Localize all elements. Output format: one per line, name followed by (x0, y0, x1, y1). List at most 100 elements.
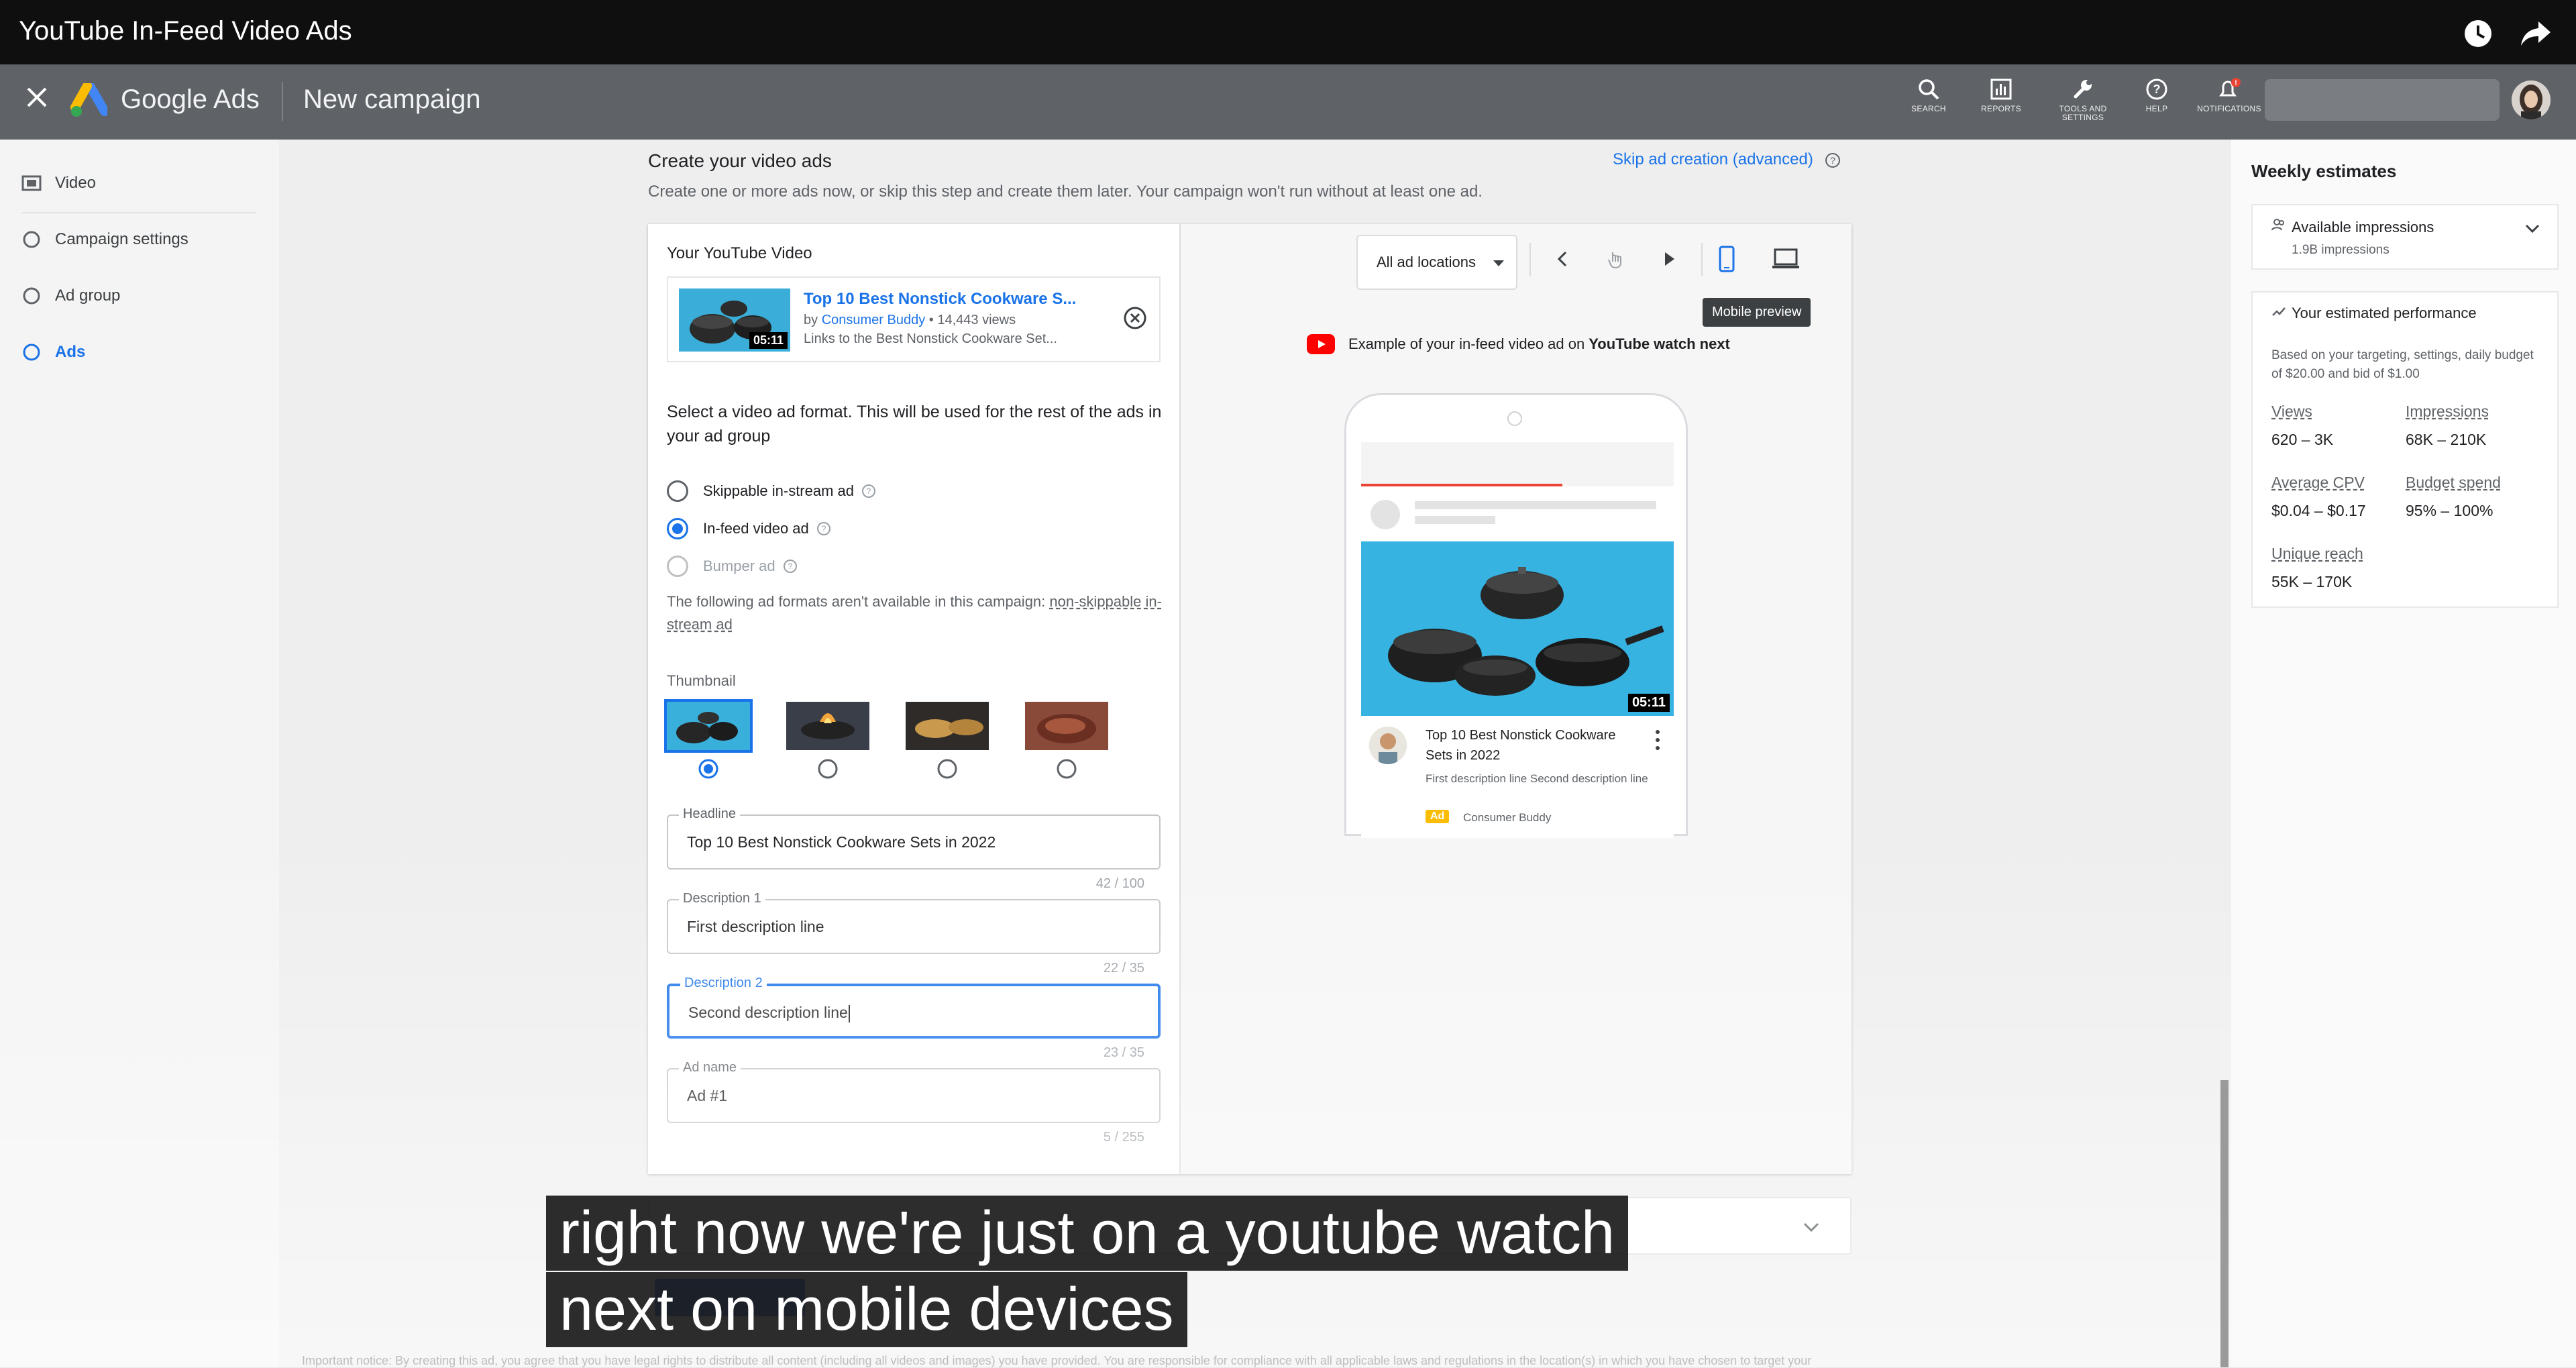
unavailable-formats-notice: The following ad formats aren't availabl… (667, 590, 1163, 636)
header-help-button[interactable]: ? HELP (2120, 78, 2194, 113)
watch-later-icon[interactable] (2463, 19, 2493, 48)
svg-text:?: ? (821, 524, 826, 533)
notifications-icon: ! (2219, 78, 2241, 97)
header-search-button[interactable]: SEARCH (1892, 78, 1966, 113)
more-options-icon[interactable] (1655, 729, 1660, 751)
section-subtitle: Create one or more ads now, or skip this… (648, 182, 1483, 201)
placeholder-avatar (1371, 500, 1400, 529)
sidebar-item-ads[interactable]: Ads (21, 342, 85, 362)
weekly-estimates-panel: Weekly estimates Available impressions 1… (2231, 140, 2576, 1367)
sidebar-item-label: Campaign settings (55, 230, 189, 248)
sidebar-item-label: Ads (55, 343, 86, 361)
chevron-down-icon[interactable] (2522, 219, 2542, 239)
play-icon[interactable] (1658, 248, 1680, 270)
metric-label-unique-reach[interactable]: Unique reach (2271, 545, 2363, 563)
placeholder-line (1415, 516, 1495, 524)
impressions-label: Available impressions (2292, 219, 2434, 235)
radio-button-disabled[interactable] (667, 556, 688, 577)
select-value: All ad locations (1377, 254, 1476, 270)
sidebar-divider (21, 212, 256, 213)
format-option-bumper[interactable]: Bumper ad ? (667, 556, 798, 577)
field-label: Description 1 (679, 891, 765, 906)
metric-value-impressions: 68K – 210K (2406, 431, 2487, 448)
thumbnail-label: Thumbnail (667, 672, 736, 689)
field-value: Top 10 Best Nonstick Cookware Sets in 20… (687, 833, 996, 851)
text-caret (848, 1004, 850, 1022)
close-icon[interactable] (24, 85, 50, 110)
thumbnail-option-4[interactable] (1025, 702, 1108, 750)
help-circle-icon[interactable]: ? (861, 483, 877, 499)
thumbnail-radio-selected[interactable] (698, 758, 719, 780)
placeholder-line (1415, 501, 1656, 509)
headline-field[interactable]: Headline Top 10 Best Nonstick Cookware S… (667, 806, 1161, 870)
thumbnail-radio[interactable] (1056, 758, 1077, 780)
thumbnail-radio[interactable] (817, 758, 839, 780)
remove-video-icon[interactable] (1122, 305, 1148, 331)
description-1-field[interactable]: Description 1 First description line (667, 891, 1161, 954)
ad-headline[interactable]: Top 10 Best Nonstick Cookware Sets in 20… (1426, 725, 1627, 766)
thumbnail-option-3[interactable] (906, 702, 989, 750)
ad-name-field[interactable]: Ad name Ad #1 (667, 1060, 1161, 1123)
share-icon[interactable] (2520, 19, 2552, 48)
trending-up-icon (2272, 307, 2286, 316)
metric-label-average-cpv[interactable]: Average CPV (2271, 474, 2365, 492)
field-label: Ad name (679, 1060, 741, 1075)
header-tools-button[interactable]: TOOLS AND SETTINGS (2046, 78, 2120, 122)
desktop-preview-icon[interactable] (1771, 247, 1801, 271)
header-notifications-button[interactable]: ! NOTIFICATIONS (2192, 78, 2266, 113)
radio-button[interactable] (667, 480, 688, 502)
format-label: Skippable in-stream ad (703, 482, 855, 499)
metric-label-budget-spend[interactable]: Budget spend (2406, 474, 2501, 492)
page-title: New campaign (303, 85, 481, 114)
skip-ad-creation-link[interactable]: Skip ad creation (advanced) ? (1613, 150, 1841, 169)
estimated-performance-card: Your estimated performance Based on your… (2251, 291, 2559, 608)
help-circle-icon[interactable]: ? (1825, 152, 1841, 168)
ad-editor-card: Your YouTube Video 05:11 Top 10 Best Non… (648, 224, 1851, 1174)
metric-label-impressions[interactable]: Impressions (2406, 403, 2489, 421)
thumbnail-radio[interactable] (936, 758, 958, 780)
metric-label-views[interactable]: Views (2271, 403, 2312, 421)
circle-icon (23, 287, 40, 305)
char-counter: 42 / 100 (1095, 876, 1144, 891)
estimates-title: Weekly estimates (2251, 161, 2397, 181)
available-impressions-card[interactable]: Available impressions 1.9B impressions (2251, 204, 2559, 270)
mobile-preview-icon[interactable] (1715, 246, 1739, 272)
avatar[interactable] (2512, 81, 2551, 119)
circle-icon (23, 231, 40, 248)
field-label: Headline (679, 806, 740, 822)
format-question: Select a video ad format. This will be u… (667, 403, 1162, 445)
brand-name: Google Ads (121, 85, 260, 114)
channel-avatar (1369, 727, 1407, 764)
chevron-left-icon[interactable] (1552, 248, 1574, 270)
help-circle-icon[interactable]: ? (782, 558, 798, 574)
youtube-logo-icon (1307, 334, 1335, 354)
account-switcher[interactable] (2265, 79, 2500, 121)
ad-form-column: Your YouTube Video 05:11 Top 10 Best Non… (648, 224, 1181, 1174)
video-icon (21, 175, 42, 191)
left-sidebar: Video Campaign settings Ad group Ads (0, 140, 279, 1367)
cooking-flame-thumbnail-icon (786, 702, 869, 750)
description-2-field[interactable]: Description 2 Second description line (667, 976, 1161, 1039)
search-icon (1919, 79, 1939, 100)
format-option-skippable[interactable]: Skippable in-stream ad ? (667, 480, 877, 502)
format-option-in-feed[interactable]: In-feed video ad ? (667, 518, 832, 539)
ad-locations-select[interactable]: All ad locations (1356, 235, 1517, 290)
scrollbar[interactable] (2220, 1080, 2229, 1367)
sidebar-item-label: Video (55, 174, 96, 192)
preview-caption-bold: YouTube watch next (1589, 335, 1730, 352)
channel-link[interactable]: Consumer Buddy (822, 313, 926, 327)
selected-video: 05:11 Top 10 Best Nonstick Cookware S...… (667, 276, 1161, 362)
metric-value-average-cpv: $0.04 – $0.17 (2271, 502, 2366, 519)
skip-link-label: Skip ad creation (advanced) (1613, 150, 1813, 168)
sidebar-item-campaign-settings[interactable]: Campaign settings (21, 229, 189, 250)
video-title-link[interactable]: Top 10 Best Nonstick Cookware S... (804, 290, 1076, 309)
thumbnail-option-2[interactable] (786, 702, 869, 750)
header-reports-button[interactable]: REPORTS (1964, 78, 2038, 113)
help-circle-icon[interactable]: ? (816, 521, 832, 537)
thumbnail-option-1[interactable] (664, 699, 753, 753)
notification-badge: ! (2235, 79, 2237, 87)
radio-button-selected[interactable] (667, 518, 688, 539)
sidebar-item-video[interactable]: Video (21, 173, 96, 193)
sidebar-item-ad-group[interactable]: Ad group (21, 286, 120, 306)
hand-cursor-icon (1608, 252, 1621, 269)
